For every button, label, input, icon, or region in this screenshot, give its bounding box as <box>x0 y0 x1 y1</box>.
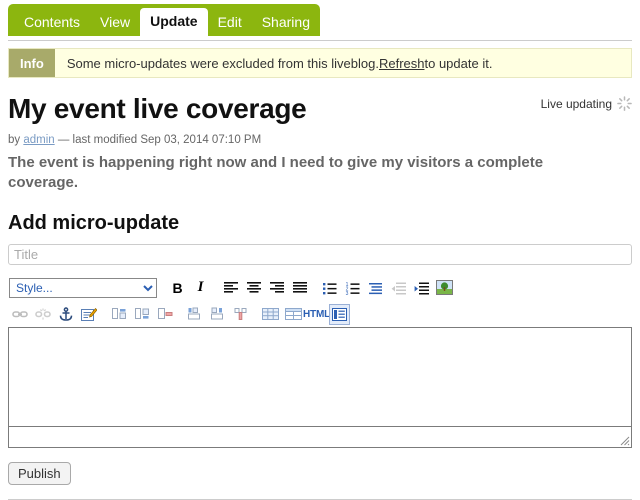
align-left-icon[interactable] <box>220 277 241 298</box>
publish-button[interactable]: Publish <box>8 462 71 486</box>
insert-column-before-icon[interactable] <box>184 304 205 325</box>
refresh-link[interactable]: Refresh <box>379 56 425 71</box>
tab-sharing[interactable]: Sharing <box>252 9 320 36</box>
italic-glyph: I <box>197 279 204 296</box>
tab-view[interactable]: View <box>90 9 140 36</box>
style-select[interactable]: Style... <box>9 277 157 298</box>
byline: by admin — last modified Sep 03, 2014 07… <box>8 134 632 146</box>
tab-bar: Contents View Update Edit Sharing <box>8 4 320 36</box>
insert-image-icon[interactable] <box>434 277 455 298</box>
bulleted-list-icon[interactable] <box>319 277 340 298</box>
byline-prefix: by <box>8 133 24 146</box>
tab-contents[interactable]: Contents <box>14 9 90 36</box>
align-right-icon[interactable] <box>266 277 287 298</box>
html-source-icon[interactable]: HTML <box>303 304 330 325</box>
live-updating-indicator: Live updating <box>541 96 632 111</box>
svg-text:3: 3 <box>345 291 348 295</box>
anchor-icon[interactable] <box>55 304 76 325</box>
document-header: My event live coverage Live updating by … <box>8 93 632 146</box>
info-message-bar: Info Some micro-updates were excluded fr… <box>8 48 632 78</box>
byline-suffix: — last modified Sep 03, 2014 07:10 PM <box>54 133 262 146</box>
insert-table-icon[interactable] <box>260 304 281 325</box>
outdent-icon[interactable] <box>388 277 409 298</box>
editor-toolbar-row-2: HTML <box>8 301 632 327</box>
info-message-after: to update it. <box>424 55 493 71</box>
bold-icon[interactable]: B <box>167 277 188 298</box>
blockquote-icon[interactable] <box>365 277 386 298</box>
section-title-add-micro-update: Add micro-update <box>8 212 180 235</box>
editor-content-area[interactable] <box>8 327 632 427</box>
author-link[interactable]: admin <box>23 134 54 146</box>
status-badge: Info <box>9 49 55 77</box>
tab-bar-region: Contents View Update Edit Sharing <box>0 0 640 44</box>
table-properties-icon[interactable] <box>283 304 304 325</box>
edit-properties-icon[interactable] <box>78 304 99 325</box>
insert-column-after-icon[interactable] <box>207 304 228 325</box>
delete-row-icon[interactable] <box>154 304 175 325</box>
numbered-list-icon[interactable]: 123 <box>342 277 363 298</box>
bold-glyph: B <box>172 279 183 296</box>
italic-icon[interactable]: I <box>190 277 211 298</box>
tab-update[interactable]: Update <box>140 8 208 36</box>
align-center-icon[interactable] <box>243 277 264 298</box>
rich-text-editor: Style... B I 123 HTML <box>8 274 632 449</box>
unlink-icon[interactable] <box>32 304 53 325</box>
page-title: My event live coverage <box>8 93 307 124</box>
delete-column-icon[interactable] <box>230 304 251 325</box>
editor-toolbar-row-1: Style... B I 123 <box>8 274 632 301</box>
indent-icon[interactable] <box>411 277 432 298</box>
info-message-before: Some micro-updates were excluded from th… <box>66 55 379 71</box>
loading-spinner-icon <box>617 96 632 111</box>
align-justify-icon[interactable] <box>289 277 310 298</box>
tab-edit[interactable]: Edit <box>208 9 252 36</box>
insert-row-after-icon[interactable] <box>131 304 152 325</box>
html-source-label: HTML <box>303 308 330 320</box>
live-updating-label: Live updating <box>540 96 612 111</box>
editor-status-bar <box>8 426 632 449</box>
insert-link-icon[interactable] <box>9 304 30 325</box>
maximize-editor-icon[interactable] <box>329 303 350 325</box>
document-description: The event is happening right now and I n… <box>8 153 544 192</box>
insert-row-before-icon[interactable] <box>108 304 129 325</box>
resize-grip-icon[interactable] <box>617 433 630 446</box>
publish-row: Publish <box>8 462 632 486</box>
info-message-text: Some micro-updates were excluded from th… <box>55 49 493 77</box>
micro-update-title-input[interactable] <box>8 244 632 266</box>
tab-bar-divider <box>8 40 632 41</box>
